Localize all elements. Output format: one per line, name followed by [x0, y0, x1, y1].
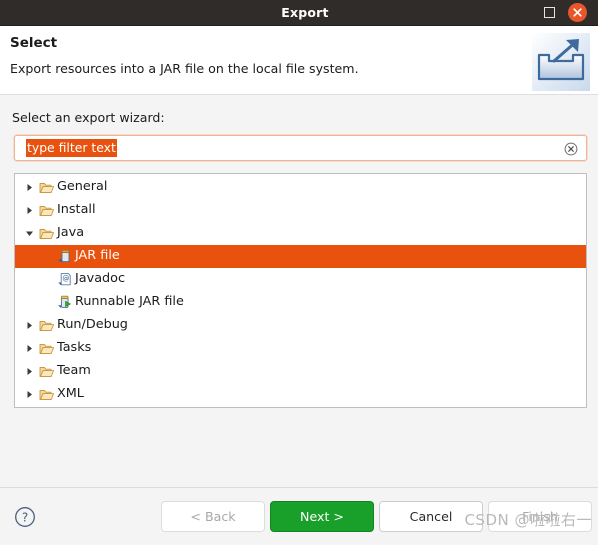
footer-button-group: < Back Next > Cancel Finish [161, 501, 598, 532]
tree-item-runnable-jar-file[interactable]: Runnable JAR file [15, 291, 586, 314]
folder-icon [37, 181, 56, 195]
help-question-icon[interactable]: ? [14, 506, 36, 528]
tree-item-team[interactable]: Team [15, 360, 586, 383]
wizard-select-label: Select an export wizard: [12, 110, 165, 125]
runnable-jar-icon [55, 295, 74, 310]
cancel-button[interactable]: Cancel [379, 501, 483, 532]
chevron-down-icon[interactable] [21, 229, 37, 238]
tree-item-label: JAR file [75, 248, 120, 264]
chevron-right-icon[interactable] [21, 206, 37, 215]
javadoc-icon: @ [55, 272, 74, 287]
chevron-right-icon[interactable] [21, 367, 37, 376]
tree-item-label: Install [57, 202, 96, 218]
maximize-square-icon[interactable] [540, 4, 558, 22]
dialog-body: Select an export wizard: type filter tex… [0, 95, 598, 486]
chevron-right-icon[interactable] [21, 344, 37, 353]
window-controls [540, 3, 598, 22]
chevron-right-icon[interactable] [21, 321, 37, 330]
jar-file-icon [55, 249, 74, 264]
window-title: Export [281, 5, 329, 20]
help-question-glyph: ? [15, 506, 35, 527]
tree-item-label: Javadoc [75, 271, 126, 287]
search-input[interactable]: type filter text [26, 139, 117, 157]
folder-icon [37, 388, 56, 402]
folder-icon [37, 365, 56, 379]
tree-item-label: Runnable JAR file [75, 294, 184, 310]
svg-text:?: ? [22, 510, 28, 524]
tree-item-label: General [57, 179, 108, 195]
filter-field-wrapper[interactable]: type filter text [14, 135, 587, 161]
tree-item-install[interactable]: Install [15, 199, 586, 222]
tree-item-label: Tasks [57, 340, 92, 356]
tree-item-label: Run/Debug [57, 317, 128, 333]
export-tray-arrow-icon [532, 33, 590, 91]
tree-item-java[interactable]: Java [15, 222, 586, 245]
close-x-glyph [573, 8, 582, 17]
export-tray-arrow-glyph [532, 33, 590, 91]
dialog-footer: ? < Back Next > Cancel Finish [0, 487, 598, 545]
tree-item-jar-file[interactable]: JAR file [15, 245, 586, 268]
tree-item-general[interactable]: General [15, 176, 586, 199]
page-title: Select [10, 35, 58, 51]
folder-icon [37, 342, 56, 356]
folder-icon [37, 204, 56, 218]
finish-button[interactable]: Finish [488, 501, 592, 532]
folder-icon [37, 227, 56, 241]
tree-item-label: Java [57, 225, 85, 241]
chevron-right-icon[interactable] [21, 183, 37, 192]
tree-item-xml[interactable]: XML [15, 383, 586, 406]
svg-text:@: @ [62, 274, 69, 282]
tree-item-label: Team [57, 363, 91, 379]
page-description: Export resources into a JAR file on the … [10, 61, 359, 76]
folder-icon [37, 319, 56, 333]
title-bar: Export [0, 0, 598, 26]
back-button[interactable]: < Back [161, 501, 265, 532]
next-button[interactable]: Next > [270, 501, 374, 532]
dialog-header: Select Export resources into a JAR file … [0, 26, 598, 95]
export-wizard-tree[interactable]: General Install Java JAR file @ Javadoc … [14, 173, 587, 408]
maximize-square-shape [543, 7, 555, 18]
tree-item-run-debug[interactable]: Run/Debug [15, 314, 586, 337]
clear-circle-x-icon[interactable] [564, 141, 578, 156]
chevron-right-icon[interactable] [21, 390, 37, 399]
tree-item-tasks[interactable]: Tasks [15, 337, 586, 360]
tree-item-javadoc[interactable]: @ Javadoc [15, 268, 586, 291]
clear-circle-x-glyph [564, 142, 578, 156]
tree-item-label: XML [57, 386, 84, 402]
close-x-icon[interactable] [568, 3, 587, 22]
